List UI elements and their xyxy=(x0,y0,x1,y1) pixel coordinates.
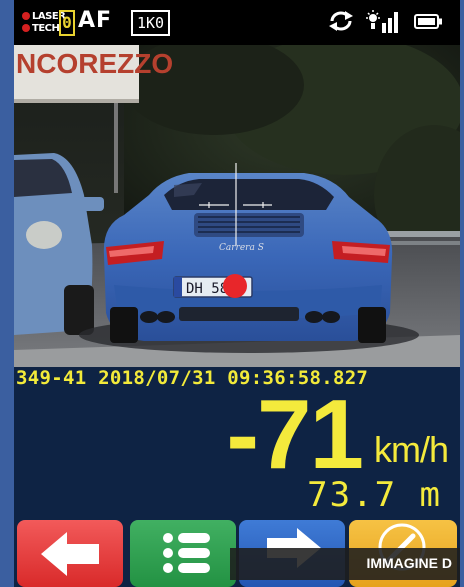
range-mode[interactable]: 1K0 xyxy=(131,10,171,36)
brand-line2: TECH xyxy=(32,23,60,34)
car-badge: Carrera S xyxy=(219,243,264,253)
signal-icon xyxy=(366,10,398,33)
distance-value: 73.7 m xyxy=(307,475,442,515)
bottom-toolbar: IMMAGINE D xyxy=(14,520,460,587)
device-screen: LASER TECH 0 AF 1K0 NCOREZZO Carrera S D… xyxy=(14,0,460,587)
logo-dot xyxy=(22,24,30,32)
list-icon xyxy=(163,533,210,573)
camera-image: NCOREZZO Carrera S DH 58 xyxy=(14,45,460,367)
speed-unit: km/h xyxy=(373,429,449,470)
logo-dot xyxy=(22,12,30,20)
sign-text: NCOREZZO xyxy=(16,48,173,79)
sync-icon xyxy=(329,11,353,31)
speed-value: -71 xyxy=(226,379,364,489)
focus-mode[interactable]: AF xyxy=(78,8,112,33)
laser-tech-logo: LASER TECH xyxy=(20,10,66,36)
camera-view[interactable]: NCOREZZO Carrera S DH 58 xyxy=(14,45,460,367)
target-marker xyxy=(223,274,247,298)
measurement-panel: 349-41 2018/07/31 09:36:58.827 -71 km/h … xyxy=(14,367,460,520)
battery-icon xyxy=(414,14,442,29)
image-banner: IMMAGINE D xyxy=(230,548,460,580)
license-plate: DH 58 xyxy=(186,281,228,297)
status-bar: LASER TECH 0 AF 1K0 xyxy=(14,0,460,45)
list-button[interactable] xyxy=(130,520,236,587)
counter-box: 0 xyxy=(59,10,75,36)
arrow-left-icon xyxy=(41,532,99,576)
back-button[interactable] xyxy=(17,520,123,587)
banner-text: IMMAGINE D xyxy=(366,555,452,571)
